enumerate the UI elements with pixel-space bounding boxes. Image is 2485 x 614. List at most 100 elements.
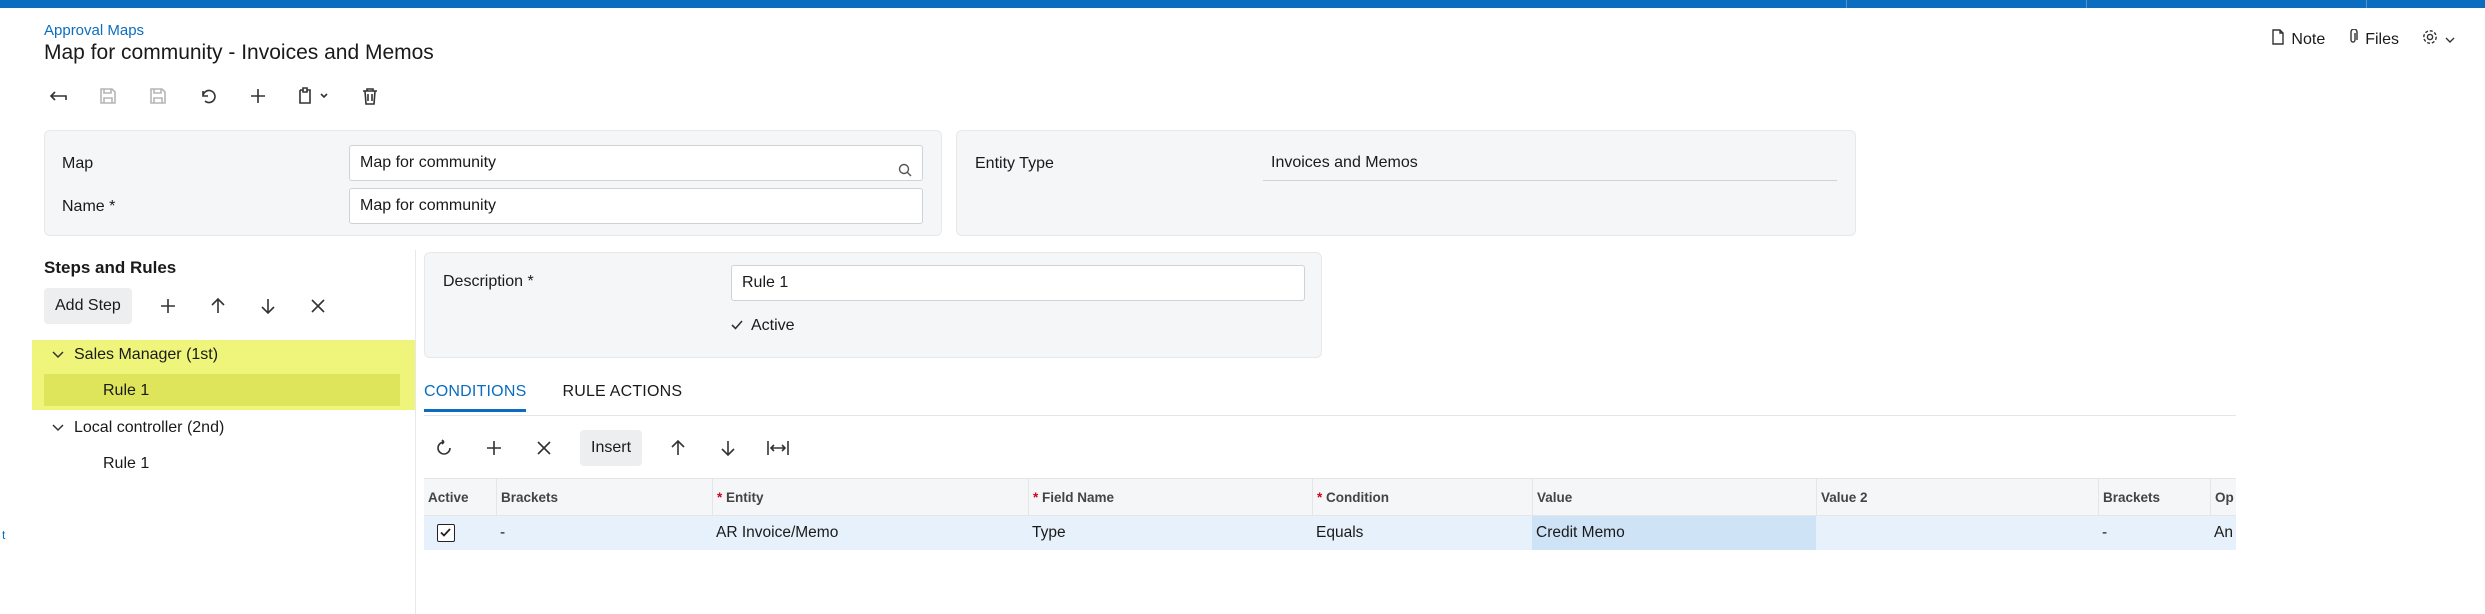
close-icon [311, 299, 325, 313]
arrow-up-icon [211, 297, 225, 313]
plus-icon [160, 299, 175, 313]
form-toolbar [44, 82, 384, 110]
delete-button[interactable] [356, 82, 384, 110]
row-up-button[interactable] [664, 434, 692, 462]
gear-icon [2421, 28, 2439, 51]
tree-rule-item[interactable]: Rule 1 [103, 455, 149, 473]
tree-step-label: Sales Manager (1st) [74, 346, 219, 363]
close-icon [537, 441, 551, 455]
col-brackets[interactable]: Brackets [496, 479, 712, 517]
note-label: Note [2291, 30, 2326, 48]
checkmark-icon [731, 317, 743, 335]
col-active[interactable]: Active [424, 479, 496, 517]
conditions-toolbar: Insert [430, 430, 792, 466]
tree-rule-label: Rule 1 [103, 382, 150, 399]
tree-rule-selected [44, 374, 400, 406]
entity-type-label: Entity Type [975, 155, 1054, 172]
col-entity[interactable]: * Entity [712, 479, 1028, 517]
cell-condition[interactable]: Equals [1312, 516, 1532, 550]
back-button[interactable] [44, 82, 72, 110]
arrow-down-icon [721, 441, 735, 457]
rule-details-card: Description * Rule 1 Active [424, 252, 1322, 358]
remove-button[interactable] [304, 292, 332, 320]
nav-separator [1846, 0, 1847, 8]
delete-row-button[interactable] [530, 434, 558, 462]
arrow-up-icon [671, 439, 685, 455]
cell-operator[interactable]: An [2210, 516, 2236, 550]
tree-rule-item[interactable]: Rule 1 [103, 382, 149, 400]
insert-button[interactable]: Insert [580, 430, 643, 466]
col-value-2[interactable]: Value 2 [1816, 479, 2098, 517]
search-icon[interactable] [898, 156, 912, 190]
fit-columns-button[interactable] [764, 434, 792, 462]
nav-separator [2366, 0, 2367, 8]
row-down-button[interactable] [714, 434, 742, 462]
active-label: Active [751, 317, 795, 334]
rule-tabs: CONDITIONS RULE ACTIONS [424, 383, 682, 412]
refresh-button[interactable] [430, 434, 458, 462]
cell-brackets-2[interactable]: - [2098, 516, 2210, 550]
add-button[interactable] [244, 82, 272, 110]
add-row-button[interactable] [480, 434, 508, 462]
fit-width-icon [767, 441, 789, 455]
add-step-button[interactable]: Add Step [44, 288, 132, 324]
grid-header: Active Brackets * Entity * Field Name * … [424, 478, 2236, 517]
chevron-down-icon[interactable] [52, 419, 64, 437]
files-label: Files [2365, 30, 2399, 48]
undo-button[interactable] [194, 82, 222, 110]
chevron-down-icon [2445, 31, 2455, 49]
top-actions: Note Files [2271, 28, 2455, 51]
col-operator[interactable]: Op [2210, 479, 2236, 517]
cell-active[interactable] [424, 516, 496, 550]
active-checkbox[interactable]: Active [731, 317, 795, 335]
entity-type-value: Invoices and Memos [1263, 145, 1837, 181]
description-label: Description * [443, 273, 534, 290]
name-value: Map for community [360, 197, 497, 214]
nav-separator [2086, 0, 2087, 8]
table-row[interactable]: - AR Invoice/Memo Type Equals Credit Mem… [424, 516, 2236, 550]
save-icon [150, 88, 166, 104]
tab-conditions[interactable]: CONDITIONS [424, 383, 527, 412]
save-button[interactable] [144, 82, 172, 110]
breadcrumb[interactable]: Approval Maps [44, 22, 144, 39]
col-condition[interactable]: * Condition [1312, 479, 1532, 517]
map-value: Map for community [360, 154, 497, 171]
col-field-name[interactable]: * Field Name [1028, 479, 1312, 517]
move-up-button[interactable] [204, 292, 232, 320]
left-edge-marker: t [2, 528, 6, 542]
steps-toolbar: Add Step [44, 288, 332, 324]
cell-entity[interactable]: AR Invoice/Memo [712, 516, 1028, 550]
copy-paste-button[interactable] [294, 82, 334, 110]
save-and-close-button[interactable] [94, 82, 122, 110]
cell-value-2[interactable] [1816, 516, 2098, 550]
cell-brackets[interactable]: - [496, 516, 712, 550]
map-label: Map [62, 155, 94, 172]
undo-icon [202, 89, 216, 104]
save-close-icon [100, 88, 116, 104]
note-icon [2271, 29, 2285, 50]
active-checkbox[interactable] [437, 524, 455, 542]
plus-icon [251, 89, 265, 103]
tree-step-sales-manager[interactable]: Sales Manager (1st) [52, 346, 218, 364]
steps-and-rules-title: Steps and Rules [44, 258, 177, 277]
settings-button[interactable] [2421, 28, 2455, 51]
add-rule-button[interactable] [154, 292, 182, 320]
description-input[interactable]: Rule 1 [731, 265, 1305, 301]
cell-value[interactable]: Credit Memo [1532, 516, 1816, 550]
chevron-down-icon[interactable] [52, 346, 64, 364]
tab-rule-actions[interactable]: RULE ACTIONS [562, 383, 682, 412]
tree-step-local-controller[interactable]: Local controller (2nd) [52, 419, 224, 437]
cell-field-name[interactable]: Type [1028, 516, 1312, 550]
col-brackets-2[interactable]: Brackets [2098, 479, 2210, 517]
tree-rule-label: Rule 1 [103, 455, 150, 472]
name-input[interactable]: Map for community [349, 188, 923, 224]
trash-icon [363, 88, 377, 105]
map-selector-input[interactable]: Map for community [349, 145, 923, 181]
note-button[interactable]: Note [2271, 29, 2325, 50]
back-arrow-icon [49, 91, 67, 101]
checkmark-icon [440, 528, 451, 537]
files-button[interactable]: Files [2347, 28, 2399, 50]
col-value[interactable]: Value [1532, 479, 1816, 517]
move-down-button[interactable] [254, 292, 282, 320]
panel-divider [415, 250, 416, 614]
